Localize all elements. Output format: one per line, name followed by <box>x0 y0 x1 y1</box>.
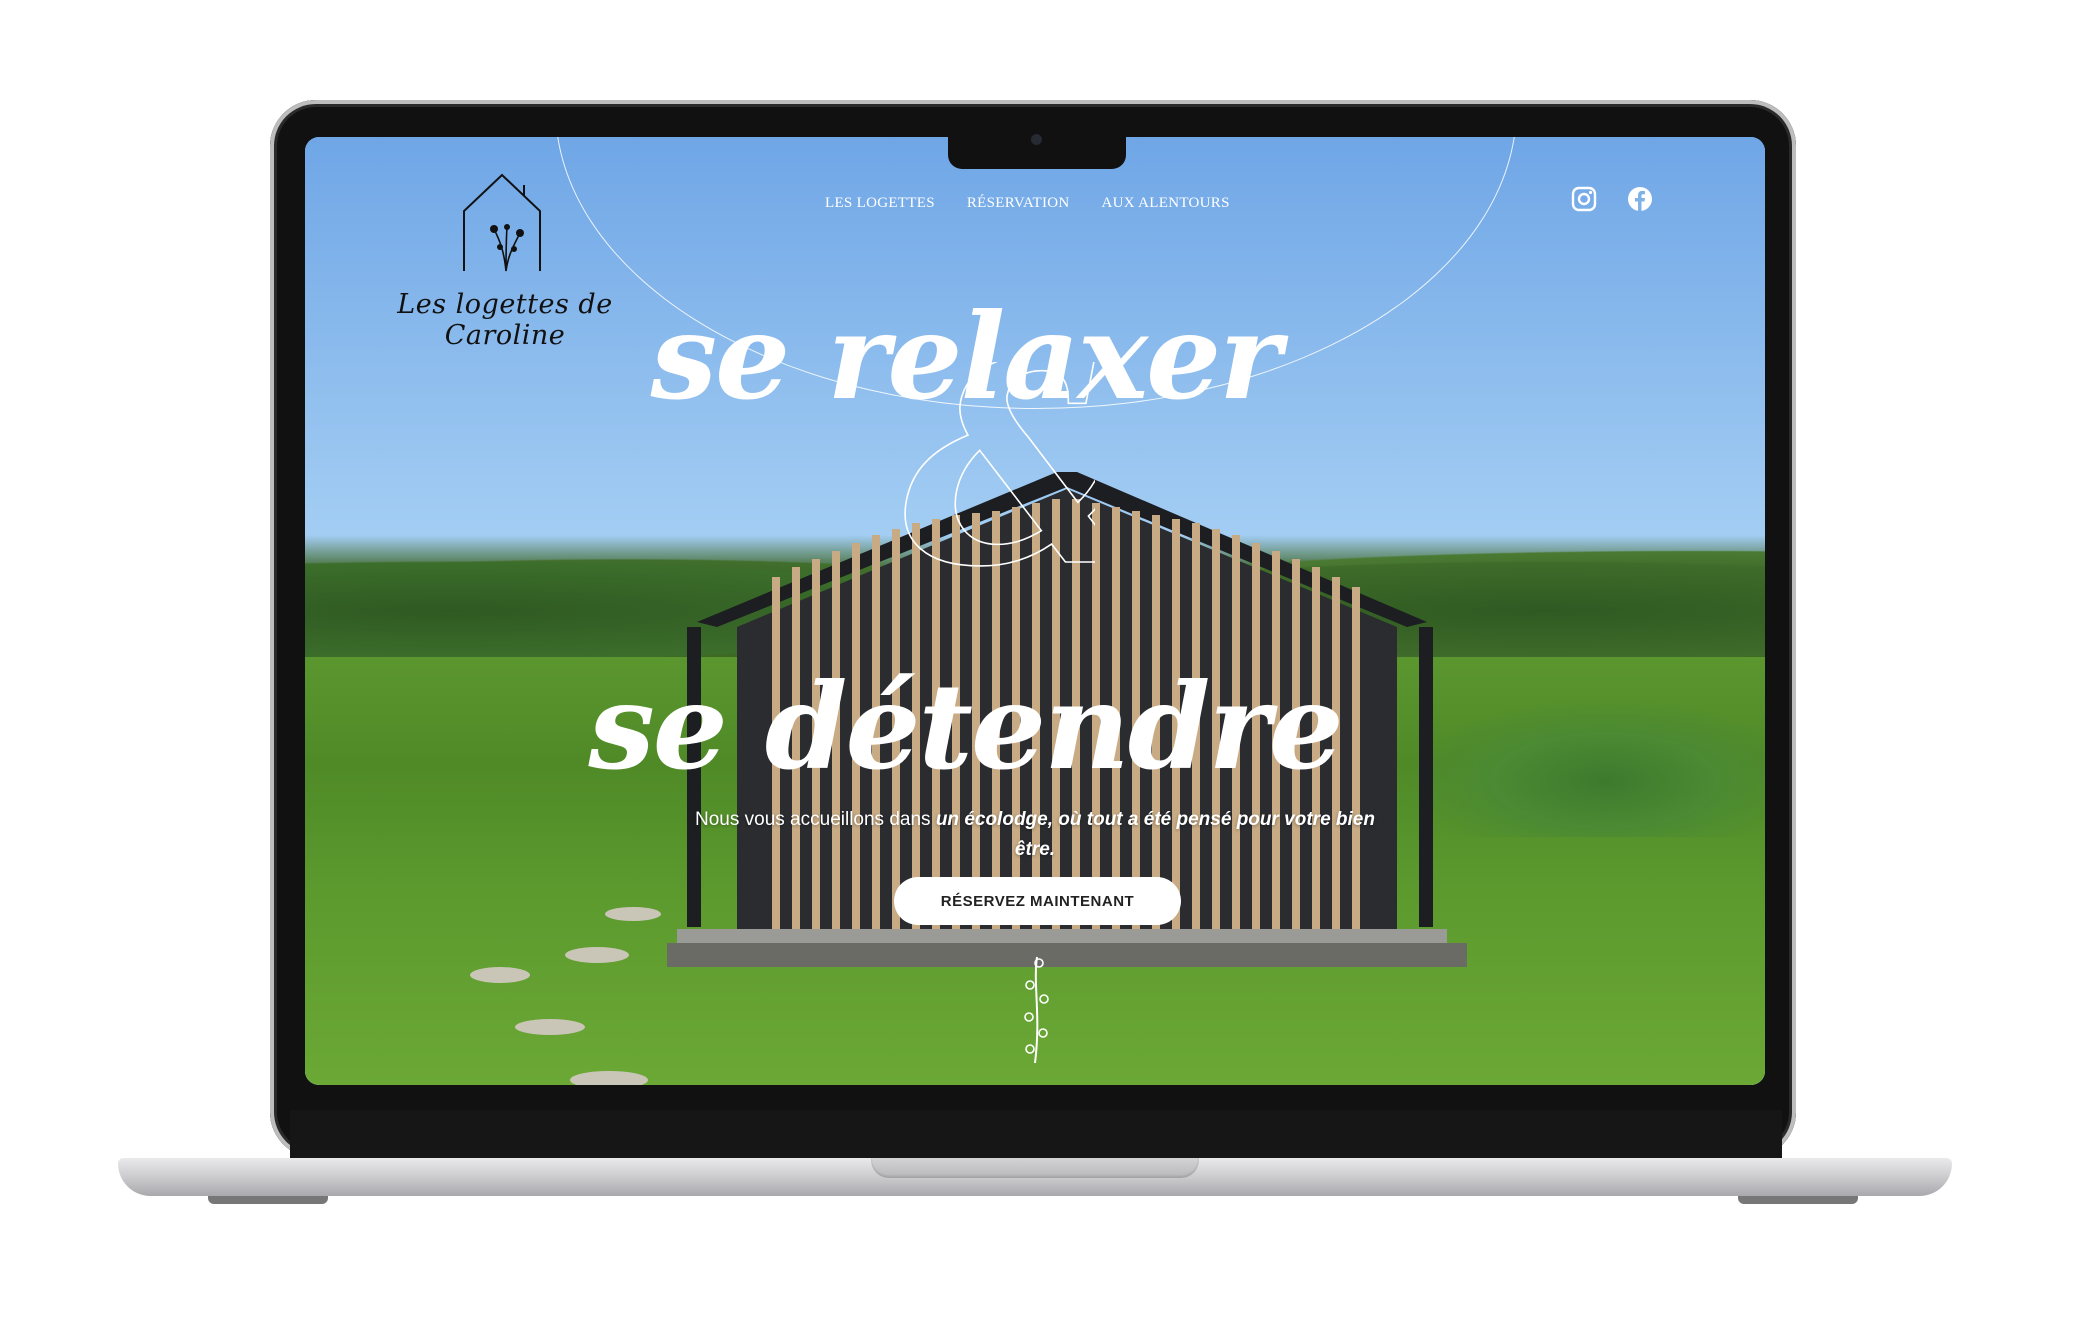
social-links <box>1570 185 1654 213</box>
facebook-icon[interactable] <box>1626 185 1654 213</box>
trackpad-lip <box>871 1158 1199 1178</box>
sprig-icon <box>1024 956 1049 1064</box>
laptop-foot <box>1738 1196 1858 1204</box>
tagline-emphasis: un écolodge, où tout a été pensé pour vo… <box>935 809 1375 860</box>
house-flower-icon <box>463 173 541 272</box>
stepping-stone <box>605 907 661 921</box>
stepping-stone <box>565 947 629 963</box>
main-nav: LES LOGETTES RÉSERVATION AUX ALENTOURS <box>825 195 1230 212</box>
nav-item-aux-alentours[interactable]: AUX ALENTOURS <box>1102 195 1230 212</box>
reserve-now-button[interactable]: RÉSERVEZ MAINTENANT <box>894 877 1181 925</box>
hero-tagline: Nous vous accueillons dans un écolodge, … <box>685 805 1385 865</box>
tagline-plain: Nous vous accueillons dans <box>695 809 936 830</box>
nav-item-reservation[interactable]: RÉSERVATION <box>967 195 1070 212</box>
ampersand-glyph: & <box>903 362 1095 572</box>
camera-icon <box>1031 134 1042 145</box>
nav-item-les-logettes[interactable]: LES LOGETTES <box>825 195 935 212</box>
stepping-stone <box>515 1019 585 1035</box>
instagram-icon[interactable] <box>1570 185 1598 213</box>
laptop-foot <box>208 1196 328 1204</box>
screen-bezel <box>290 1110 1782 1158</box>
hero-headline-line2: se détendre <box>588 657 1343 796</box>
stepping-stone <box>470 967 530 983</box>
ampersand-outline: & <box>895 299 1157 630</box>
stepping-stone <box>570 1071 648 1085</box>
website-screen: Les logettes de Caroline LES LOGETTES RÉ… <box>305 137 1765 1085</box>
